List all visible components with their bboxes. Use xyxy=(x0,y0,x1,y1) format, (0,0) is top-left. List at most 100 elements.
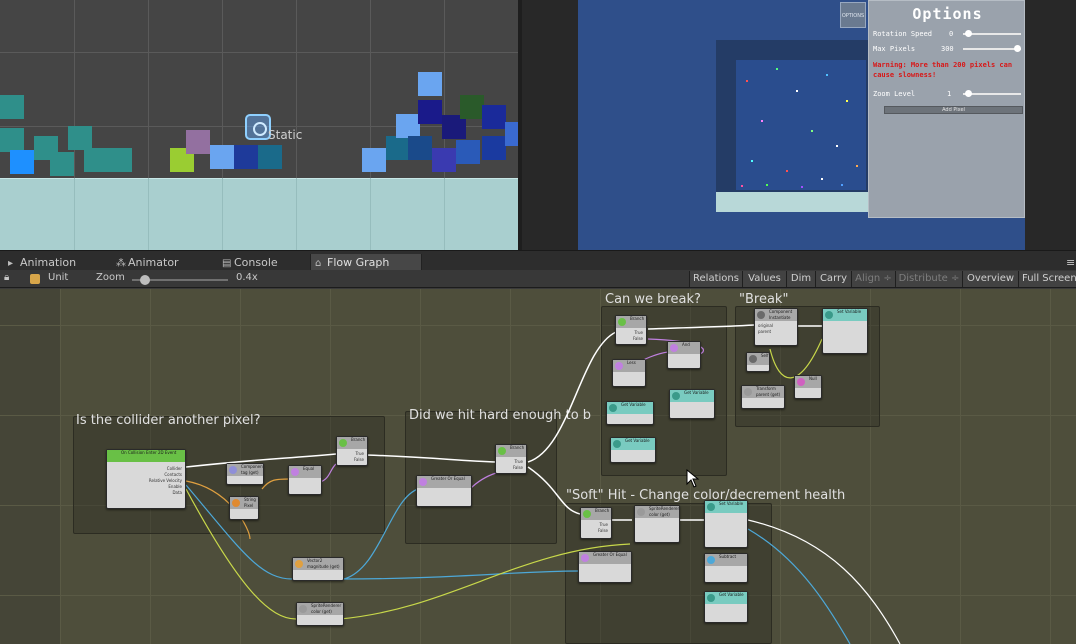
string-icon xyxy=(232,499,240,507)
on-collision-enter-node[interactable]: On Collision Enter 2D Event Collider Con… xyxy=(106,449,186,509)
branch-node-4[interactable]: Branch True False xyxy=(580,507,612,539)
max-pixels-label: Max Pixels xyxy=(873,45,916,53)
pixel-dot xyxy=(766,184,768,186)
pixel-tile xyxy=(432,148,456,172)
and-node[interactable]: And xyxy=(667,341,701,369)
set-variable-node-1[interactable]: Set Variable xyxy=(822,308,868,354)
pixel-tile xyxy=(258,145,282,169)
values-button[interactable]: Values xyxy=(742,271,786,287)
pixel-tile xyxy=(418,72,442,96)
pixel-tile xyxy=(50,152,74,176)
zoom-label: Zoom xyxy=(96,272,125,283)
flow-graph-canvas[interactable]: Is the collider another pixel? Did we hi… xyxy=(0,289,1076,644)
zoom-level-knob[interactable] xyxy=(965,90,972,97)
sprite-renderer-color-node-1[interactable]: SpriteRenderer color (get) xyxy=(296,602,344,626)
max-pixels-warning: Warning: More than 200 pixels can cause … xyxy=(873,61,1013,79)
transform-icon xyxy=(744,388,752,396)
pixel-tile xyxy=(234,145,258,169)
pixel-tile xyxy=(456,140,480,164)
vector2-magnitude-node[interactable]: Vector2 magnitude (get) xyxy=(292,557,344,581)
floor-grid-line xyxy=(74,178,75,250)
pixel-tile xyxy=(460,95,484,119)
options-title: Options xyxy=(912,5,983,23)
get-variable-node-4[interactable]: Get Variable xyxy=(704,591,748,623)
variable-icon xyxy=(609,404,617,412)
relations-button[interactable]: Relations xyxy=(689,271,742,287)
max-pixels-knob[interactable] xyxy=(1014,45,1021,52)
rotation-speed-knob[interactable] xyxy=(965,30,972,37)
unit-label[interactable]: Unit xyxy=(48,272,68,283)
equal-icon xyxy=(291,468,299,476)
branch-node-1[interactable]: Branch True False xyxy=(336,436,368,466)
add-pixel-button[interactable]: Add Pixel xyxy=(884,106,1023,114)
zoom-value: 0.4x xyxy=(236,272,258,283)
branch-icon xyxy=(618,318,626,326)
floor-grid-line xyxy=(222,178,223,250)
graph-grid-line xyxy=(960,289,961,644)
component-icon xyxy=(757,311,765,319)
and-icon xyxy=(670,344,678,352)
variable-icon xyxy=(707,594,715,602)
full-screen-button[interactable]: Full Screen xyxy=(1018,271,1076,287)
node-header: Self xyxy=(747,353,769,365)
pixel-dot xyxy=(846,100,848,102)
greater-or-equal-node-1[interactable]: Greater Or Equal xyxy=(416,475,472,507)
game-view[interactable]: OPTIONS Options Rotation Speed 0 Max Pix… xyxy=(522,0,1076,250)
branch-node-2[interactable]: Branch True False xyxy=(495,444,527,474)
distribute-dropdown[interactable]: Distribute ÷ xyxy=(895,271,962,287)
port-data: Data xyxy=(172,490,182,495)
port-false: False xyxy=(597,528,608,533)
get-variable-node-3[interactable]: Get Variable xyxy=(610,437,656,463)
overview-button[interactable]: Overview xyxy=(962,271,1018,287)
scene-floor xyxy=(0,178,518,250)
variable-icon xyxy=(825,311,833,319)
node-header: Set Variable xyxy=(823,309,867,321)
less-node[interactable]: Less xyxy=(612,359,646,387)
node-header: Branch xyxy=(496,445,526,457)
set-variable-node-2[interactable]: Set Variable xyxy=(704,500,748,548)
component-tag-node[interactable]: Component tag (get) xyxy=(226,463,264,485)
align-dropdown[interactable]: Align ÷ xyxy=(851,271,895,287)
equal-node[interactable]: Equal xyxy=(288,465,322,495)
branch-node-3[interactable]: Branch True False xyxy=(615,315,647,345)
get-variable-node-2[interactable]: Get Variable xyxy=(669,389,715,419)
pixel-dot xyxy=(811,130,813,132)
node-header: SpriteRenderer color (get) xyxy=(297,603,343,615)
sprite-renderer-color-node-2[interactable]: SpriteRenderer color (get) xyxy=(634,505,680,543)
floor-grid-line xyxy=(148,178,149,250)
dim-button[interactable]: Dim xyxy=(786,271,815,287)
rotation-speed-value: 0 xyxy=(949,30,954,38)
floor-grid-line xyxy=(296,178,297,250)
get-variable-node-1[interactable]: Get Variable xyxy=(606,401,654,425)
lock-icon[interactable]: 🔒︎ xyxy=(4,272,9,283)
pixel-tile xyxy=(10,150,34,174)
group-title: "Break" xyxy=(739,292,789,307)
unit-icon xyxy=(30,274,40,284)
grid-line xyxy=(0,52,518,53)
pixel-tile xyxy=(0,128,24,152)
transform-parent-node[interactable]: Transform parent (get) xyxy=(741,385,785,409)
null-node[interactable]: Null xyxy=(794,375,822,399)
variable-icon xyxy=(707,503,715,511)
group-title: Can we break? xyxy=(605,292,701,307)
port-false: False xyxy=(512,465,523,470)
subtract-node[interactable]: Subtract xyxy=(704,553,748,583)
scene-view[interactable]: Static xyxy=(0,0,518,250)
carry-button[interactable]: Carry xyxy=(815,271,851,287)
zoom-slider-knob[interactable] xyxy=(140,275,150,285)
game-floor xyxy=(716,192,870,212)
node-header: Greater Or Equal xyxy=(417,476,471,488)
greater-or-equal-node-2[interactable]: Greater Or Equal xyxy=(578,551,632,583)
string-literal-node[interactable]: String Pixel xyxy=(229,496,259,520)
sprite-icon xyxy=(299,605,307,613)
pixel-dot xyxy=(826,74,828,76)
pixel-tile xyxy=(482,105,506,129)
options-toggle-button[interactable]: OPTIONS xyxy=(840,2,866,28)
component-instantiate-node[interactable]: Component Instantiate original parent xyxy=(754,308,798,346)
max-pixels-slider[interactable] xyxy=(963,48,1021,50)
node-header: Set Variable xyxy=(705,501,747,513)
node-header: Component Instantiate xyxy=(755,309,797,321)
self-node[interactable]: Self xyxy=(746,352,770,372)
editor-tab-bar: ▸ Animation ⁂ Animator ▤ Console ⌂ Flow Grap… xyxy=(0,250,1076,272)
compare-icon xyxy=(419,478,427,486)
